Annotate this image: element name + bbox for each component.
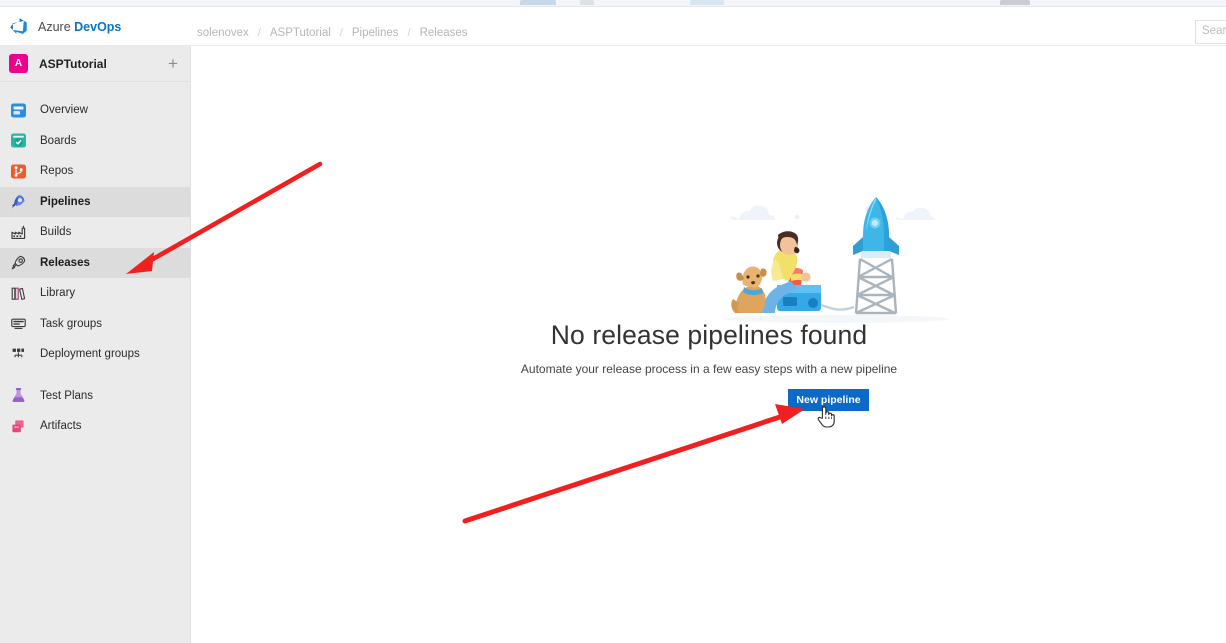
azure-devops-brand[interactable]: Azure DevOps	[8, 16, 121, 37]
sidebar-item-library[interactable]: Library	[0, 278, 190, 309]
rocket-launch-illustration	[717, 189, 957, 329]
sidebar-item-deployment-groups[interactable]: Deployment groups	[0, 339, 190, 370]
breadcrumb-item-organization[interactable]: solenovex	[197, 27, 249, 39]
main-content: No release pipelines found Automate your…	[192, 46, 1226, 643]
task-groups-icon	[9, 315, 27, 333]
sidebar-item-test-plans[interactable]: Test Plans	[0, 381, 190, 412]
deployment-groups-icon	[9, 345, 27, 363]
sidebar-item-label: Task groups	[40, 317, 103, 330]
sidebar-item-label: Releases	[40, 256, 90, 269]
breadcrumb: solenovex / ASPTutorial / Pipelines / Re…	[197, 27, 468, 39]
sidebar-item-label: Builds	[40, 226, 72, 239]
sidebar-item-label: Deployment groups	[40, 348, 140, 361]
test-plans-flask-icon	[9, 387, 27, 405]
sidebar-item-label: Overview	[40, 104, 88, 117]
sidebar-item-builds[interactable]: Builds	[0, 217, 190, 248]
browser-tab-ghost-1	[520, 0, 556, 5]
browser-tab-ghost-3	[690, 0, 724, 5]
plus-icon[interactable]: +	[164, 55, 182, 73]
sidebar-item-artifacts[interactable]: Artifacts	[0, 411, 190, 442]
breadcrumb-item-releases[interactable]: Releases	[420, 27, 468, 39]
azure-devops-logo-icon	[8, 16, 29, 37]
sidebar-item-label: Test Plans	[40, 389, 94, 402]
browser-chrome-sliver	[0, 0, 1226, 7]
sidebar-item-task-groups[interactable]: Task groups	[0, 309, 190, 340]
pointing-hand-cursor	[816, 405, 836, 434]
breadcrumb-item-pipelines[interactable]: Pipelines	[352, 27, 399, 39]
breadcrumb-separator: /	[407, 27, 411, 39]
sidebar-item-label: Boards	[40, 134, 77, 147]
sidebar-item-releases[interactable]: Releases	[0, 247, 190, 278]
artifacts-cube-icon	[9, 417, 27, 435]
releases-rocket-icon	[9, 254, 27, 272]
browser-tab-ghost-2	[580, 0, 594, 5]
breadcrumb-separator: /	[339, 27, 343, 39]
overview-icon	[9, 101, 27, 119]
global-header: Azure DevOps solenovex / ASPTutorial / P…	[0, 7, 1226, 46]
boards-icon	[9, 132, 27, 150]
sidebar-item-overview[interactable]: Overview	[0, 95, 190, 126]
repos-icon	[9, 162, 27, 180]
sidebar-item-label: Library	[40, 287, 76, 300]
project-avatar: A	[9, 54, 28, 73]
brand-text: Azure DevOps	[38, 20, 121, 34]
project-sidebar: A ASPTutorial + Overview Boards Repos Pi…	[0, 46, 191, 643]
library-books-icon	[9, 284, 27, 302]
empty-state-subtitle: Automate your release process in a few e…	[520, 362, 898, 376]
project-header[interactable]: A ASPTutorial +	[0, 46, 190, 82]
sidebar-item-repos[interactable]: Repos	[0, 156, 190, 187]
browser-tab-ghost-4	[1000, 0, 1030, 5]
search-input[interactable]: Search	[1195, 20, 1226, 44]
sidebar-item-label: Repos	[40, 165, 74, 178]
sidebar-item-label: Artifacts	[40, 420, 82, 433]
sidebar-item-boards[interactable]: Boards	[0, 126, 190, 157]
sidebar-item-label: Pipelines	[40, 195, 91, 208]
brand-devops-label: DevOps	[74, 19, 122, 34]
sidebar-nav: Overview Boards Repos Pipelines Builds R…	[0, 82, 190, 442]
breadcrumb-item-project[interactable]: ASPTutorial	[270, 27, 331, 39]
builds-factory-icon	[9, 223, 27, 241]
project-name: ASPTutorial	[39, 56, 107, 71]
breadcrumb-separator: /	[257, 27, 261, 39]
brand-azure-label: Azure	[38, 19, 71, 34]
pipelines-rocket-icon	[9, 193, 27, 211]
page-title: No release pipelines found	[550, 320, 868, 350]
sidebar-item-pipelines[interactable]: Pipelines	[0, 186, 190, 217]
